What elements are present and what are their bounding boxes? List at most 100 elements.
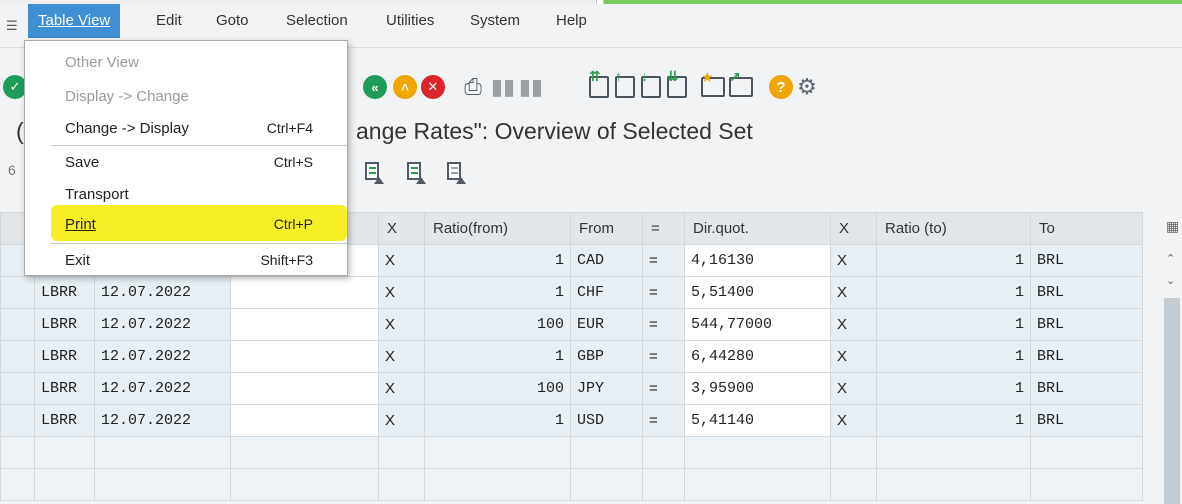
cell-dir-quot[interactable]: 5,51400 (684, 276, 831, 309)
cell-x1: X (378, 340, 425, 373)
empty-cell (34, 468, 95, 501)
cell-blank[interactable] (230, 308, 379, 341)
menu-item-transport[interactable]: Transport (25, 179, 347, 209)
shortcut-icon[interactable]: ↗ (728, 69, 754, 100)
application-toolbar-icon[interactable]: 6 (8, 162, 16, 178)
cell-blank[interactable] (230, 340, 379, 373)
cell-dir-quot[interactable]: 3,95900 (684, 372, 831, 405)
settings-icon[interactable]: ⚙ (794, 74, 820, 100)
table-row[interactable]: LBRR 12.07.2022 X 100 EUR = 544,77000 X … (0, 308, 1143, 341)
new-session-icon[interactable]: ★ (700, 69, 726, 100)
empty-cell (230, 468, 379, 501)
first-page-icon[interactable]: ⇈ (586, 68, 612, 100)
cell-ratio-from: 1 (424, 244, 571, 277)
row-selector[interactable] (0, 372, 35, 405)
table-row[interactable]: LBRR 12.07.2022 X 1 USD = 5,41140 X 1 BR… (0, 404, 1143, 437)
cell-from: GBP (570, 340, 643, 373)
menu-separator (51, 145, 347, 146)
exit-icon[interactable]: ˄ (392, 74, 418, 100)
cell-x1: X (378, 404, 425, 437)
menu-item-shortcut: Ctrl+S (273, 154, 313, 170)
scroll-thumb[interactable] (1164, 298, 1180, 504)
cell-equals: = (642, 308, 685, 341)
menu-item-print[interactable]: Print Ctrl+P (25, 209, 347, 239)
cell-blank[interactable] (230, 372, 379, 405)
menu-selection[interactable]: Selection (276, 4, 358, 38)
menu-separator (51, 243, 347, 244)
menu-item-exit[interactable]: Exit Shift+F3 (25, 245, 347, 275)
row-selector[interactable] (0, 308, 35, 341)
menu-icon[interactable]: ☰ (6, 18, 18, 34)
cell-type: LBRR (34, 372, 95, 405)
cell-dir-quot[interactable]: 5,41140 (684, 404, 831, 437)
cell-from: CAD (570, 244, 643, 277)
help-icon[interactable]: ? (768, 74, 794, 100)
menu-help[interactable]: Help (546, 4, 597, 38)
cell-dir-quot[interactable]: 4,16130 (684, 244, 831, 277)
cell-equals: = (642, 276, 685, 309)
column-settings-icon[interactable]: ▦ (1166, 218, 1179, 235)
cell-ratio-to: 1 (876, 276, 1031, 309)
back-icon[interactable]: « (362, 74, 388, 100)
header-x1[interactable]: X (378, 212, 425, 245)
cancel-icon[interactable]: ✕ (420, 74, 446, 100)
menu-table-view[interactable]: Table View (28, 4, 121, 38)
row-selector[interactable] (0, 468, 35, 501)
menu-edit[interactable]: Edit (146, 4, 192, 38)
scroll-up-icon[interactable]: ⌃ (1166, 252, 1175, 265)
next-page-icon[interactable]: ↓ (638, 68, 664, 100)
vertical-scrollbar[interactable]: ▦ ⌃ ⌄ (1158, 212, 1182, 504)
menu-item-other-view[interactable]: Other View (25, 47, 347, 77)
empty-cell (684, 468, 831, 501)
last-page-icon[interactable]: ⇊ (664, 68, 690, 100)
header-dir-quot[interactable]: Dir.quot. (684, 212, 831, 245)
previous-page-icon[interactable]: ↑ (612, 68, 638, 100)
cell-dir-quot[interactable]: 6,44280 (684, 340, 831, 373)
empty-cell (642, 436, 685, 469)
header-from[interactable]: From (570, 212, 643, 245)
print-icon[interactable]: ⎙ (460, 74, 486, 100)
empty-cell (830, 468, 877, 501)
cell-blank[interactable] (230, 276, 379, 309)
cell-from: USD (570, 404, 643, 437)
empty-cell (94, 468, 231, 501)
header-to[interactable]: To (1030, 212, 1143, 245)
cell-type: LBRR (34, 276, 95, 309)
menu-item-display-change[interactable]: Display -> Change (25, 81, 347, 111)
row-selector[interactable] (0, 340, 35, 373)
menu-system[interactable]: System (460, 4, 530, 38)
table-row[interactable]: LBRR 12.07.2022 X 1 CHF = 5,51400 X 1 BR… (0, 276, 1143, 309)
menu-item-change-display[interactable]: Change -> Display Ctrl+F4 (25, 113, 347, 143)
row-selector[interactable] (0, 436, 35, 469)
cell-ratio-to: 1 (876, 404, 1031, 437)
header-ratio-from[interactable]: Ratio(from) (424, 212, 571, 245)
cell-to: BRL (1030, 404, 1143, 437)
scroll-down-icon[interactable]: ⌄ (1166, 274, 1175, 287)
select-block-icon[interactable] (404, 160, 426, 184)
cell-ratio-from: 100 (424, 308, 571, 341)
cell-blank[interactable] (230, 404, 379, 437)
cell-from: JPY (570, 372, 643, 405)
find-next-icon[interactable]: ▮▮ (518, 74, 544, 100)
select-all-icon[interactable] (362, 160, 384, 184)
row-selector[interactable] (0, 276, 35, 309)
header-x2[interactable]: X (830, 212, 877, 245)
cell-dir-quot[interactable]: 544,77000 (684, 308, 831, 341)
table-row-empty[interactable] (0, 468, 1143, 501)
table-row[interactable]: LBRR 12.07.2022 X 100 JPY = 3,95900 X 1 … (0, 372, 1143, 405)
menu-item-label: Change -> Display (65, 119, 189, 137)
menu-goto[interactable]: Goto (206, 4, 259, 38)
cell-x2: X (830, 308, 877, 341)
menu-item-save[interactable]: Save Ctrl+S (25, 147, 347, 177)
cell-equals: = (642, 404, 685, 437)
header-ratio-to[interactable]: Ratio (to) (876, 212, 1031, 245)
find-icon[interactable]: ▮▮ (490, 74, 516, 100)
table-row-empty[interactable] (0, 436, 1143, 469)
header-equals[interactable]: = (642, 212, 685, 245)
table-view-menu: Other View Display -> Change Change -> D… (24, 40, 348, 276)
cell-from: EUR (570, 308, 643, 341)
row-selector[interactable] (0, 404, 35, 437)
deselect-all-icon[interactable] (444, 160, 466, 184)
menu-utilities[interactable]: Utilities (376, 4, 444, 38)
table-row[interactable]: LBRR 12.07.2022 X 1 GBP = 6,44280 X 1 BR… (0, 340, 1143, 373)
